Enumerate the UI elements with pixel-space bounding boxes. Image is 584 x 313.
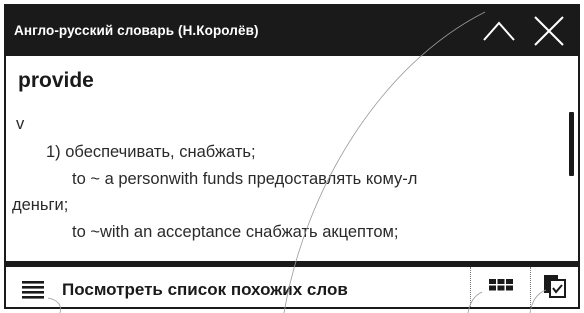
example-2: to ~with an acceptance снабжать акцептом…: [72, 223, 399, 241]
sense-1: 1) обеспечивать, снабжать;: [46, 143, 256, 161]
scroll-up-button[interactable]: [478, 10, 520, 52]
dictionary-icon: [544, 275, 566, 298]
dictionary-button[interactable]: [536, 273, 574, 305]
dictionary-window: Англо-русский словарь (Н.Королёв) provid…: [4, 4, 580, 309]
entry-content[interactable]: provide v 1) обеспечивать, снабжать; to …: [6, 56, 578, 261]
close-button[interactable]: [528, 10, 570, 52]
chevron-up-icon: [483, 21, 515, 41]
similar-words-label: Посмотреть список похожих слов: [62, 280, 348, 299]
scrollbar[interactable]: [569, 112, 574, 176]
example-1-line-1: to ~ a personwith funds предоставлять ко…: [72, 170, 418, 188]
window-title: Англо-русский словарь (Н.Королёв): [14, 23, 259, 38]
list-icon: [22, 280, 44, 300]
similar-words-button[interactable]: Посмотреть список похожих слов: [6, 267, 470, 307]
bottom-bar: Посмотреть список похожих слов: [6, 267, 578, 307]
example-1-line-2: деньги;: [12, 196, 69, 214]
grid-button[interactable]: [476, 273, 526, 305]
title-bar: Англо-русский словарь (Н.Королёв): [6, 6, 578, 56]
headword: provide: [18, 69, 94, 92]
close-icon: [534, 16, 564, 46]
bottom-divider-1: [470, 267, 471, 307]
grid-icon: [489, 279, 513, 291]
part-of-speech: v: [16, 115, 25, 133]
bottom-divider-2: [530, 267, 531, 307]
